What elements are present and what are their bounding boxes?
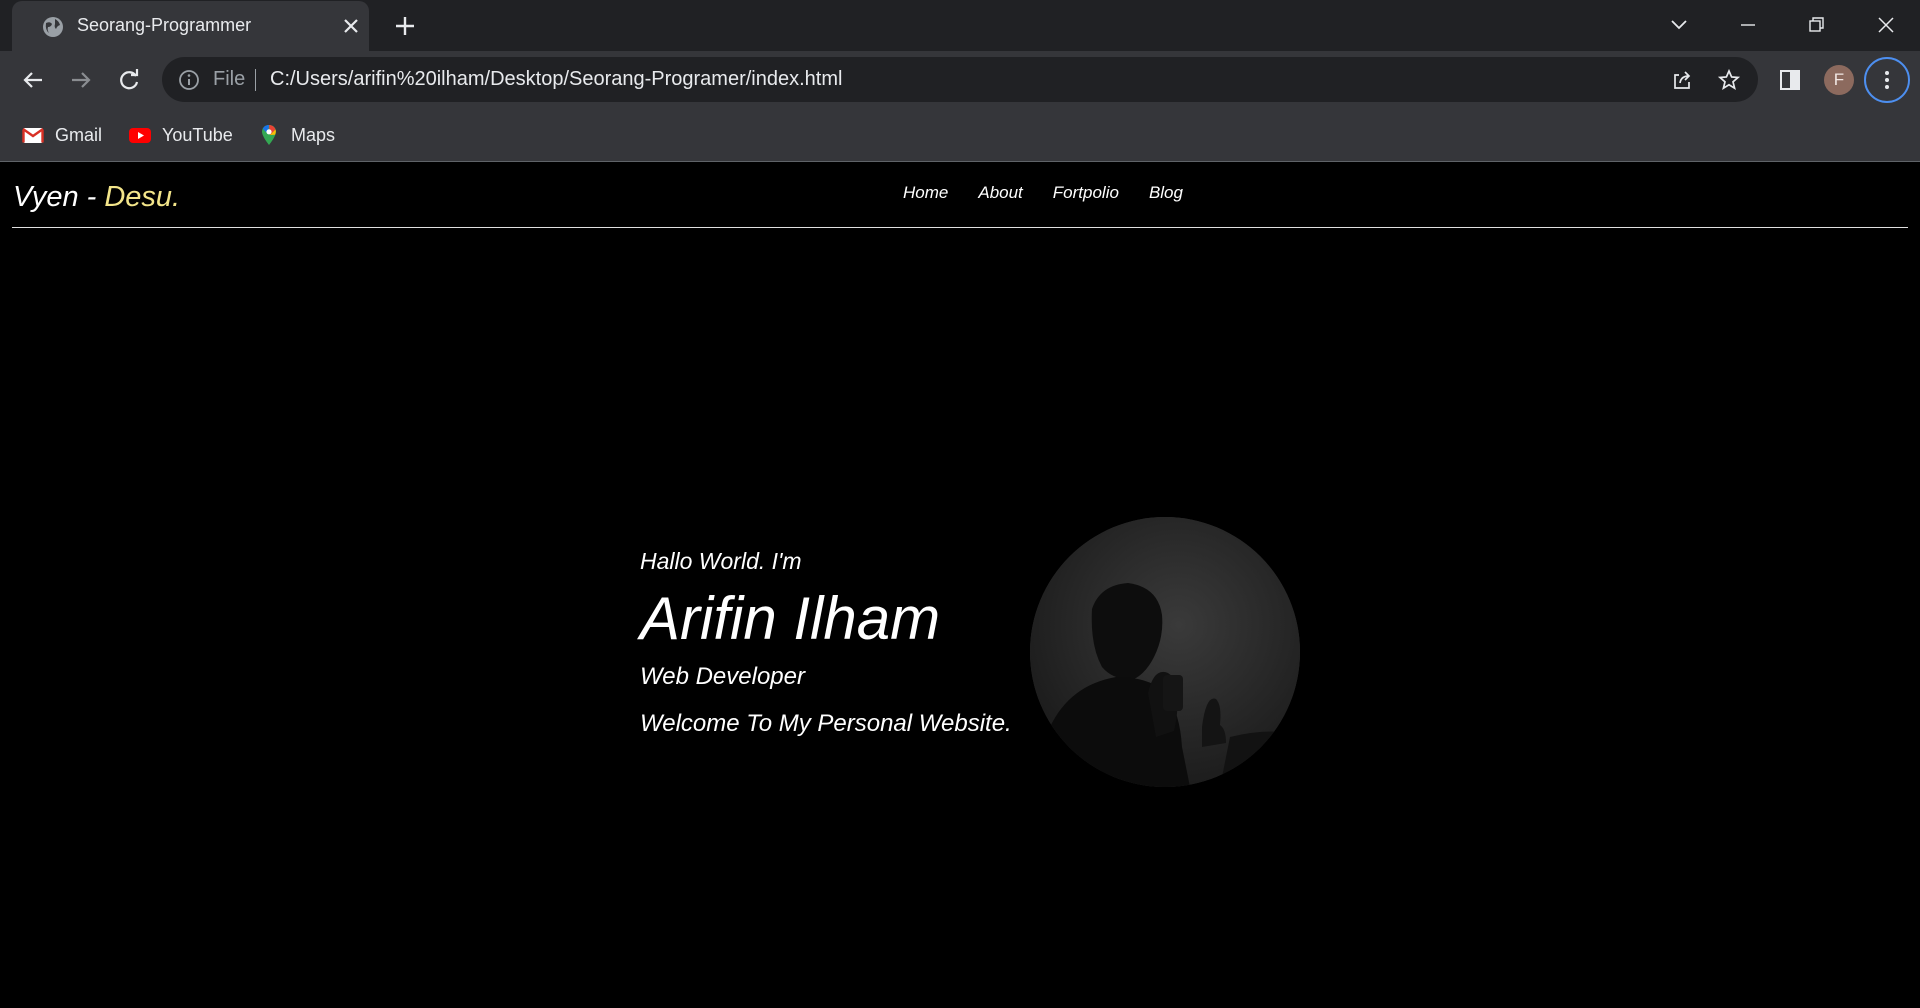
bookmarks-bar: Gmail YouTube Maps: [0, 108, 1920, 162]
bookmark-label: Gmail: [55, 124, 103, 145]
hero-role: Web Developer: [640, 663, 805, 690]
nav-link-about[interactable]: About: [978, 183, 1022, 203]
browser-tabstrip: Seorang-Programmer: [0, 0, 1920, 51]
maps-icon: [262, 125, 276, 145]
youtube-icon: [129, 128, 151, 143]
bookmark-gmail[interactable]: Gmail: [21, 123, 102, 147]
profile-photo: [1030, 517, 1300, 787]
bookmark-star-icon[interactable]: [1717, 68, 1741, 92]
url-text[interactable]: C:/Users/arifin%20ilham/Desktop/Seorang-…: [270, 68, 842, 91]
back-arrow-icon[interactable]: [18, 65, 48, 95]
web-page: Vyen - Desu. Home About Fortpolio Blog H…: [0, 163, 1920, 1008]
hero-welcome: Welcome To My Personal Website.: [640, 710, 1012, 737]
new-tab-icon[interactable]: [392, 13, 418, 39]
reload-icon[interactable]: [114, 65, 144, 95]
profile-silhouette-image: [1030, 517, 1300, 787]
globe-icon: [43, 17, 63, 37]
restore-icon[interactable]: [1801, 10, 1831, 40]
tab-title: Seorang-Programmer: [77, 15, 252, 35]
bookmark-label: YouTube: [162, 124, 233, 145]
site-navigation: Home About Fortpolio Blog: [903, 183, 1213, 203]
bookmark-label: Maps: [291, 124, 336, 145]
minimize-icon[interactable]: [1733, 10, 1763, 40]
brand-main-text: Vyen -: [13, 181, 105, 213]
nav-link-home[interactable]: Home: [903, 183, 948, 203]
bookmark-maps[interactable]: Maps: [257, 123, 335, 147]
bookmark-youtube[interactable]: YouTube: [128, 123, 233, 147]
kebab-menu-icon: [1885, 71, 1889, 89]
url-separator: [255, 69, 256, 91]
browser-tab[interactable]: Seorang-Programmer: [12, 1, 369, 51]
close-window-icon[interactable]: [1871, 10, 1901, 40]
forward-arrow-icon[interactable]: [66, 65, 96, 95]
nav-link-portfolio[interactable]: Fortpolio: [1053, 183, 1119, 203]
hero-name: Arifin Ilham: [640, 585, 941, 652]
site-brand-logo[interactable]: Vyen - Desu.: [13, 181, 180, 214]
url-scheme-label: File: [213, 68, 246, 90]
profile-avatar[interactable]: F: [1824, 65, 1854, 95]
hero-greeting: Hallo World. I'm: [640, 548, 802, 574]
brand-accent-text: Desu.: [104, 181, 181, 213]
nav-link-blog[interactable]: Blog: [1149, 183, 1183, 203]
close-tab-icon[interactable]: [340, 15, 362, 37]
site-info-icon[interactable]: [178, 69, 200, 91]
share-icon[interactable]: [1670, 68, 1694, 92]
tab-search-chevron-icon[interactable]: [1664, 10, 1694, 40]
address-bar[interactable]: File C:/Users/arifin%20ilham/Desktop/Seo…: [162, 57, 1758, 102]
side-panel-icon[interactable]: [1776, 66, 1804, 94]
browser-menu-button[interactable]: [1864, 57, 1910, 103]
header-divider: [12, 227, 1908, 228]
gmail-icon: [22, 128, 44, 143]
browser-toolbar: File C:/Users/arifin%20ilham/Desktop/Seo…: [0, 51, 1920, 108]
